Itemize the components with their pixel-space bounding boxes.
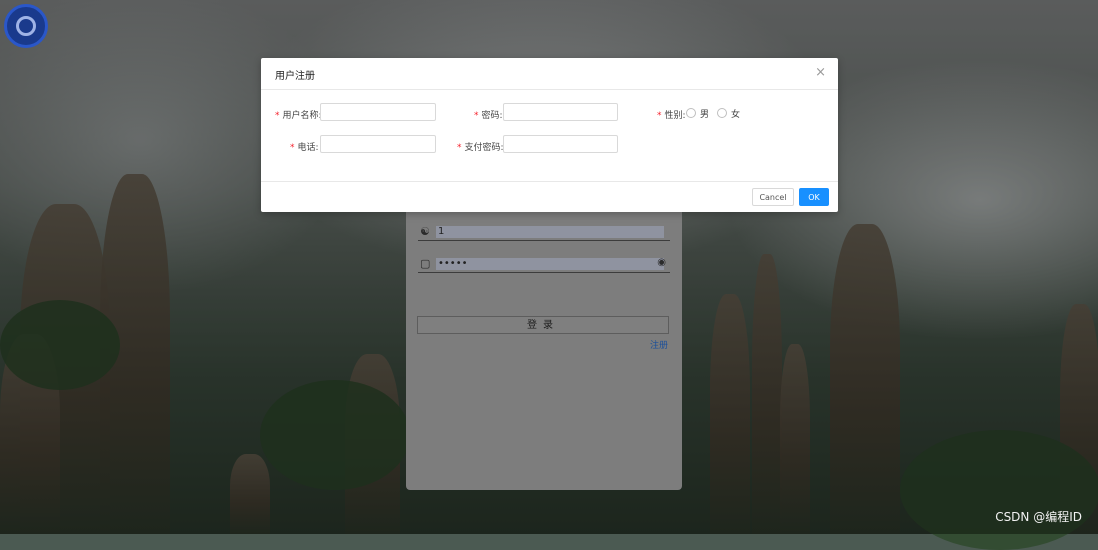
register-link[interactable]: 注册	[650, 338, 668, 351]
user-icon: ☯	[420, 225, 430, 238]
password-label-text: 密码:	[481, 111, 503, 121]
gender-radio-female[interactable]	[717, 108, 727, 118]
required-mark: *	[474, 111, 479, 121]
eye-icon[interactable]: ◉	[657, 257, 666, 268]
lock-icon: ▢	[420, 257, 431, 270]
phone-label: * 电话:	[290, 140, 319, 153]
modal-title: 用户注册	[275, 71, 315, 82]
site-logo-icon	[4, 4, 48, 48]
phone-input[interactable]	[320, 135, 436, 153]
login-username-value: 1	[438, 226, 445, 237]
login-button[interactable]: 登录	[417, 316, 669, 334]
username-input[interactable]	[320, 103, 436, 121]
ok-button[interactable]: OK	[799, 188, 829, 206]
pay-password-label-text: 支付密码:	[464, 143, 504, 153]
required-mark: *	[657, 111, 662, 121]
password-input-fill	[436, 258, 664, 270]
gender-label: * 性别:	[657, 108, 686, 121]
phone-label-text: 电话:	[297, 143, 319, 153]
required-mark: *	[457, 143, 462, 153]
password-label: * 密码:	[474, 108, 503, 121]
gender-option-male: 男	[700, 110, 710, 120]
username-label: * 用户名称:	[275, 108, 322, 121]
modal-footer: Cancel OK	[261, 181, 838, 212]
pay-password-label: * 支付密码:	[457, 140, 504, 153]
gender-label-text: 性别:	[664, 111, 686, 121]
username-input-fill	[436, 226, 664, 238]
pay-password-input[interactable]	[503, 135, 618, 153]
gender-radio-male[interactable]	[686, 108, 696, 118]
login-card: ☯ 1 ▢ ••••• ◉ 登录 注册	[406, 212, 682, 490]
register-modal: 用户注册 × * 用户名称: * 密码: * 性别: 男 女 * 电话: * 支付密码: …	[261, 58, 838, 212]
cancel-button[interactable]: Cancel	[752, 188, 794, 206]
modal-header: 用户注册 ×	[261, 58, 838, 90]
close-icon[interactable]: ×	[815, 65, 826, 80]
gender-option-female: 女	[731, 110, 741, 120]
login-password-value: •••••	[438, 258, 468, 269]
required-mark: *	[290, 143, 295, 153]
watermark-text: CSDN @编程ID	[995, 510, 1082, 524]
required-mark: *	[275, 111, 280, 121]
password-input[interactable]	[503, 103, 618, 121]
login-password-field[interactable]: ▢ ••••• ◉	[418, 257, 670, 273]
login-username-field[interactable]: ☯ 1	[418, 225, 670, 241]
username-label-text: 用户名称:	[282, 111, 322, 121]
